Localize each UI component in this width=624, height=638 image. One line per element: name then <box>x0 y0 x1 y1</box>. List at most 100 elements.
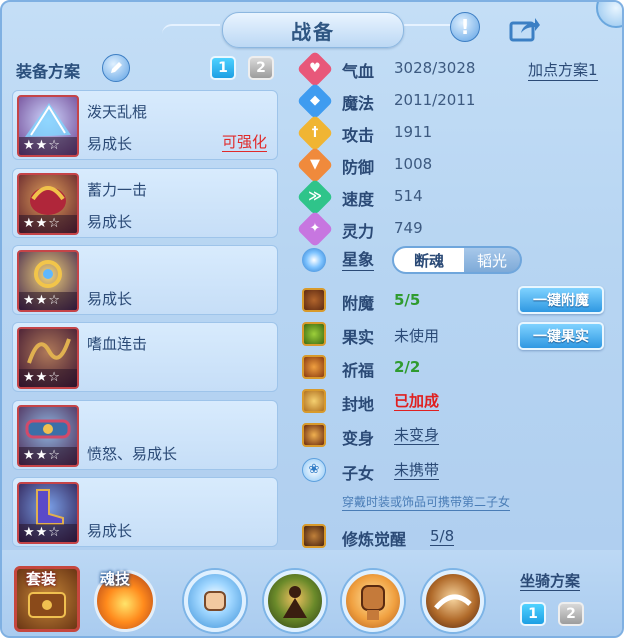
stat-label-spirit: 灵力 <box>342 222 375 241</box>
mana-icon: ◆ <box>296 82 334 120</box>
battle-prep-panel: 战备 ! 装备方案 1 2 ★★☆ 泼天乱棍 易成长 可强化 ★★☆ 蓄力一击 … <box>0 0 624 638</box>
cultivation-value[interactable]: 5/8 <box>430 527 455 546</box>
equipment-plan-label: 装备方案 <box>16 62 81 81</box>
paw-icon: ❀ <box>302 458 326 482</box>
enchant-all-button[interactable]: 一键附魔 <box>518 286 604 314</box>
page-title: 战备 <box>291 19 335 44</box>
fist-icon <box>204 591 226 611</box>
chain-weapon-icon <box>27 338 71 364</box>
equipment-attribute: 易成长 <box>87 522 133 540</box>
pencil-icon <box>111 62 122 73</box>
stat-value-defense: 1008 <box>394 155 433 173</box>
star-sign-label[interactable]: 星象 <box>342 250 375 271</box>
territory-icon <box>302 389 326 413</box>
star-rating: ★★☆ <box>19 524 77 542</box>
cultivation-label: 修炼觉醒 <box>342 530 407 549</box>
stat-label-defense: 防御 <box>342 158 375 177</box>
exclamation-icon: ! <box>460 15 470 39</box>
territory-value[interactable]: 已加成 <box>394 392 440 411</box>
speed-icon: ≫ <box>296 178 334 216</box>
equipment-attribute: 易成长 <box>87 213 133 231</box>
share-icon <box>509 18 540 42</box>
add-point-plan-link[interactable]: 加点方案1 <box>528 60 598 81</box>
equipment-name: 嗜血连击 <box>87 335 148 353</box>
enchant-value: 5/5 <box>394 291 421 309</box>
equipment-card-1[interactable]: ★★☆ 泼天乱棍 易成长 可强化 <box>12 90 278 160</box>
enhance-link[interactable]: 可强化 <box>221 133 267 152</box>
equipment-plan-tab-2[interactable]: 2 <box>248 56 274 80</box>
fruit-icon <box>302 322 326 346</box>
equipment-card-6[interactable]: ★★☆ 易成长 <box>12 477 278 547</box>
heart-icon: ♥ <box>296 50 334 88</box>
equipment-card-3[interactable]: ★★☆ 易成长 <box>12 245 278 315</box>
soul-skill-label: 魂技 <box>100 570 131 588</box>
skill-slot-4[interactable] <box>422 570 484 632</box>
equipment-slot[interactable]: ★★☆ <box>17 250 79 312</box>
star-rating: ★★☆ <box>19 292 77 310</box>
help-button[interactable]: ! <box>450 12 480 42</box>
edit-plan-button[interactable] <box>102 54 130 82</box>
star-sign-option-duanhun[interactable]: 断魂 <box>392 246 466 274</box>
equipment-attribute: 易成长 <box>87 290 133 308</box>
fan-weapon-icon <box>25 103 71 137</box>
warrior-icon <box>283 586 307 618</box>
equipment-card-2[interactable]: ★★☆ 蓄力一击 易成长 <box>12 168 278 238</box>
transform-label: 变身 <box>342 429 375 448</box>
fruit-label: 果实 <box>342 328 375 347</box>
close-corner-ornament[interactable] <box>596 2 622 28</box>
star-sign-icon <box>302 248 326 272</box>
equipment-attribute: 易成长 <box>87 135 133 153</box>
mount-plan-tab-1[interactable]: 1 <box>520 602 546 626</box>
equipment-card-5[interactable]: ★★☆ 愤怒、易成长 <box>12 400 278 470</box>
equipment-attribute: 愤怒、易成长 <box>87 445 178 463</box>
equipment-slot[interactable]: ★★☆ <box>17 95 79 157</box>
children-label: 子女 <box>342 464 375 483</box>
spirit-icon: ✦ <box>296 210 334 248</box>
skill-slot-3[interactable] <box>342 570 404 632</box>
star-rating: ★★☆ <box>19 447 77 465</box>
equipment-plan-tab-1[interactable]: 1 <box>210 56 236 80</box>
star-rating: ★★☆ <box>19 215 77 233</box>
transform-value[interactable]: 未变身 <box>394 426 440 445</box>
shield-icon: ▼ <box>296 146 334 184</box>
necklace-icon <box>34 260 62 288</box>
second-child-hint[interactable]: 穿戴时装或饰品可携带第二子女 <box>342 494 511 511</box>
stat-label-hp: 气血 <box>342 62 375 81</box>
suit-label: 套装 <box>26 570 57 588</box>
star-rating: ★★☆ <box>19 369 77 387</box>
cultivation-icon <box>302 524 326 548</box>
star-rating: ★★☆ <box>19 137 77 155</box>
stat-value-attack: 1911 <box>394 123 433 141</box>
stat-value-mp: 2011/2011 <box>394 91 476 109</box>
stat-value-spirit: 749 <box>394 219 423 237</box>
share-button[interactable] <box>508 14 542 44</box>
children-value[interactable]: 未携带 <box>394 461 440 480</box>
star-sign-option-taoguang[interactable]: 韬光 <box>464 246 522 274</box>
stat-label-mp: 魔法 <box>342 94 375 113</box>
stat-value-hp: 3028/3028 <box>394 59 476 77</box>
mount-plan-tab-2[interactable]: 2 <box>558 602 584 626</box>
blessing-label: 祈福 <box>342 361 375 380</box>
mount-plan-label[interactable]: 坐骑方案 <box>520 572 581 591</box>
equipment-slot[interactable]: ★★☆ <box>17 327 79 389</box>
blessing-icon <box>302 355 326 379</box>
belt-icon <box>25 419 71 439</box>
enchant-label: 附魔 <box>342 294 375 313</box>
equipment-name: 泼天乱棍 <box>87 103 148 121</box>
equipment-card-4[interactable]: ★★☆ 嗜血连击 <box>12 322 278 392</box>
equipment-slot[interactable]: ★★☆ <box>17 173 79 235</box>
stat-value-speed: 514 <box>394 187 423 205</box>
fruit-all-button[interactable]: 一键果实 <box>518 322 604 350</box>
equipment-slot[interactable]: ★★☆ <box>17 482 79 544</box>
helmet-icon <box>30 186 66 215</box>
title-ornament-left <box>162 24 220 36</box>
blade-strike-icon <box>434 594 472 610</box>
skill-slot-2[interactable] <box>264 570 326 632</box>
stat-label-speed: 速度 <box>342 190 375 209</box>
stat-label-attack: 攻击 <box>342 126 375 145</box>
sword-icon: † <box>296 114 334 152</box>
boots-icon <box>36 489 64 525</box>
territory-label: 封地 <box>342 395 375 414</box>
equipment-slot[interactable]: ★★☆ <box>17 405 79 467</box>
skill-slot-1[interactable] <box>184 570 246 632</box>
